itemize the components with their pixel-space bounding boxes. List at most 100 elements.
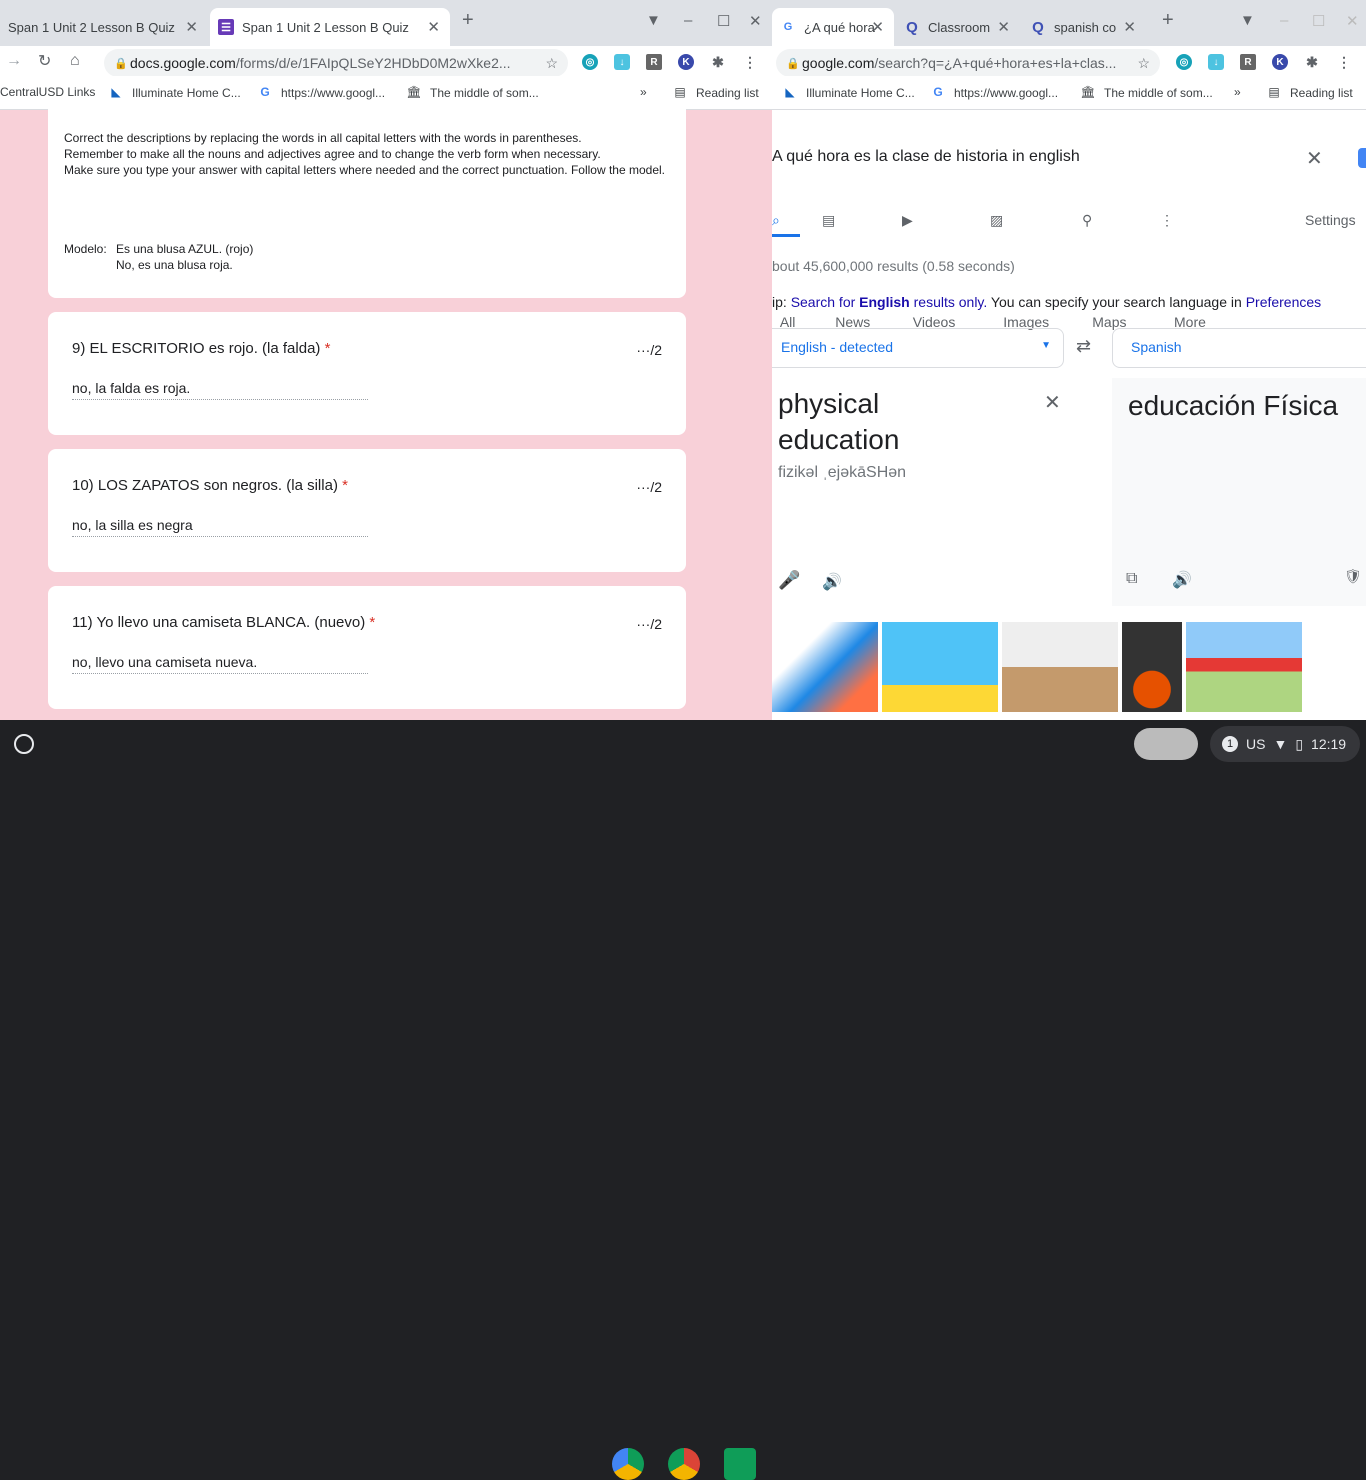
bookmark[interactable]: Ghttps://www.googl... (257, 85, 385, 101)
more-bookmarks-icon[interactable]: » (640, 85, 647, 99)
extension-icon[interactable]: ↓ (1208, 54, 1224, 70)
clear-source-icon[interactable]: ✕ (1044, 390, 1061, 415)
profile-dropdown-icon[interactable]: ▼ (646, 12, 661, 29)
close-icon[interactable]: ✕ (1123, 18, 1136, 36)
status-tray[interactable]: 1 US ▼ ▯ 12:19 (1210, 726, 1360, 762)
home-icon[interactable]: ⌂ (70, 52, 80, 70)
bookmark-star-icon[interactable]: ☆ (1137, 55, 1150, 72)
copy-icon[interactable]: ⧉ (1126, 570, 1137, 588)
verified-icon[interactable]: 🛡 (1344, 568, 1362, 585)
keyboard-layout: US (1246, 736, 1266, 752)
more-bookmarks-icon[interactable]: » (1234, 85, 1241, 99)
extension-k-icon[interactable]: K (1272, 54, 1288, 70)
reading-list-label: Reading list (1290, 86, 1353, 100)
tab-videos[interactable]: ▶ Videos (902, 212, 955, 330)
english-only-link[interactable]: Search for English results only. (791, 294, 988, 310)
settings-link[interactable]: Settings (1305, 212, 1356, 228)
forms-browser-window: Span 1 Unit 2 Lesson B Quiz ✕ ☰ Span 1 Uni… (0, 0, 772, 720)
result-stats: bout 45,600,000 results (0.58 seconds) (772, 258, 1015, 274)
tab-spanish[interactable]: Qspanish co ✕ (1022, 8, 1146, 46)
tab-quiz-1[interactable]: Span 1 Unit 2 Lesson B Quiz ✕ (0, 8, 208, 46)
tab-news[interactable]: ▤ News (822, 212, 870, 330)
address-bar[interactable]: 🔒 docs.google.com/forms/d/e/1FAIpQLSeY2HD… (104, 49, 568, 77)
menu-icon[interactable]: ⋮ (742, 54, 758, 70)
minimize-icon[interactable]: – (1280, 12, 1288, 29)
image-result[interactable] (1002, 622, 1118, 712)
mic-icon[interactable] (1358, 148, 1366, 168)
close-icon[interactable]: ✕ (997, 18, 1010, 36)
points: ···/2 (636, 616, 662, 632)
chevron-down-icon: ▼ (1041, 340, 1051, 351)
tab-strip: Span 1 Unit 2 Lesson B Quiz ✕ ☰ Span 1 Uni… (0, 0, 772, 46)
extensions-puzzle-icon[interactable]: ✱ (1304, 54, 1320, 70)
tab-classroom[interactable]: Q Classroom ✕ (896, 8, 1020, 46)
mic-icon[interactable]: 🎤 (778, 570, 800, 591)
extension-icon[interactable]: ◎ (1176, 54, 1192, 70)
chrome-icon[interactable] (668, 1448, 700, 1480)
tab-search[interactable]: G ¿A qué hora ✕ (772, 8, 894, 46)
source-language-select[interactable]: English - detected ▼ (772, 328, 1064, 368)
address-bar[interactable]: 🔒 google.com/search?q=¿A+qué+hora+es+la+c… (776, 49, 1160, 77)
google-drive-icon[interactable] (612, 1448, 644, 1480)
tab-more[interactable]: ⋮ More (1160, 212, 1206, 330)
bookmark-star-icon[interactable]: ☆ (545, 55, 558, 72)
tab-title: Span 1 Unit 2 Lesson B Quiz (242, 19, 409, 35)
bookmark[interactable]: CentralUSD Links (0, 85, 95, 99)
speaker-icon[interactable]: 🔊 (822, 572, 842, 592)
holding-space-thumbnail[interactable] (1134, 728, 1198, 760)
maximize-icon[interactable]: ☐ (1312, 12, 1325, 30)
new-tab-icon[interactable]: + (462, 9, 474, 32)
extension-r-icon[interactable]: R (1240, 54, 1256, 70)
bookmark[interactable]: 🏛 The middle of som... (1080, 85, 1212, 101)
extensions-puzzle-icon[interactable]: ✱ (710, 54, 726, 70)
launcher-button[interactable] (14, 734, 34, 754)
swap-languages-icon[interactable]: ⇄ (1076, 336, 1091, 357)
bookmark[interactable]: Ghttps://www.googl... (930, 85, 1058, 101)
close-window-icon[interactable]: ✕ (749, 12, 762, 30)
bookmark[interactable]: 🏛 The middle of som... (406, 85, 538, 101)
answer-input[interactable]: no, la silla es negra (72, 517, 368, 537)
maximize-icon[interactable]: ☐ (717, 12, 730, 30)
points: ···/2 (636, 342, 662, 358)
google-classroom-icon[interactable] (724, 1448, 756, 1480)
close-icon[interactable]: ✕ (871, 18, 884, 36)
bookmarks-bar: ◣ Illuminate Home C... Ghttps://www.googl… (772, 76, 1366, 110)
close-icon[interactable]: ✕ (185, 18, 198, 36)
image-result[interactable] (882, 622, 998, 712)
image-result[interactable] (1186, 622, 1302, 712)
bookmark-label: Illuminate Home C... (806, 86, 915, 100)
bookmark[interactable]: ◣ Illuminate Home C... (782, 85, 915, 101)
forward-icon[interactable]: → (6, 52, 22, 70)
minimize-icon[interactable]: – (684, 12, 692, 29)
extension-icon[interactable]: ↓ (614, 54, 630, 70)
search-input[interactable]: A qué hora es la clase de historia in en… (772, 148, 1080, 166)
tab-images[interactable]: ▨ Images (990, 212, 1049, 330)
answer-input[interactable]: no, la falda es roja. (72, 380, 368, 400)
menu-icon[interactable]: ⋮ (1336, 54, 1352, 70)
clear-search-icon[interactable]: ✕ (1306, 146, 1323, 171)
tab-maps[interactable]: ⚲ Maps (1082, 212, 1127, 330)
tab-quiz-2[interactable]: ☰ Span 1 Unit 2 Lesson B Quiz ✕ (210, 8, 450, 46)
reload-icon[interactable]: ↻ (38, 51, 51, 71)
target-language-select[interactable]: Spanish (1112, 328, 1366, 368)
extension-k-icon[interactable]: K (678, 54, 694, 70)
extension-r-icon[interactable]: R (646, 54, 662, 70)
bookmark[interactable]: ◣ Illuminate Home C... (108, 85, 240, 101)
profile-dropdown-icon[interactable]: ▼ (1240, 12, 1255, 29)
close-icon[interactable]: ✕ (427, 18, 440, 36)
tab-all[interactable]: ⌕ All (772, 212, 795, 330)
close-window-icon[interactable]: ✕ (1346, 12, 1359, 30)
image-result[interactable] (1122, 622, 1182, 712)
extension-icon[interactable]: ◎ (582, 54, 598, 70)
reading-list-button[interactable]: ▤ Reading list (672, 85, 758, 101)
reading-list-button[interactable]: ▤ Reading list (1266, 85, 1353, 101)
source-text[interactable]: physical education (778, 386, 978, 458)
image-result[interactable] (772, 622, 878, 712)
toolbar: → ↻ ⌂ 🔒 docs.google.com/forms/d/e/1FAIpQL… (0, 46, 772, 77)
speaker-icon[interactable]: 🔊 (1172, 570, 1192, 590)
preferences-link[interactable]: Preferences (1246, 294, 1321, 310)
answer-input[interactable]: no, llevo una camiseta nueva. (72, 654, 368, 674)
new-tab-icon[interactable]: + (1162, 9, 1174, 32)
url-path: /search?q=¿A+qué+hora+es+la+clas... (874, 55, 1117, 71)
tab-strip: G ¿A qué hora ✕ Q Classroom ✕ Qspanish co ✕ +… (772, 0, 1366, 46)
